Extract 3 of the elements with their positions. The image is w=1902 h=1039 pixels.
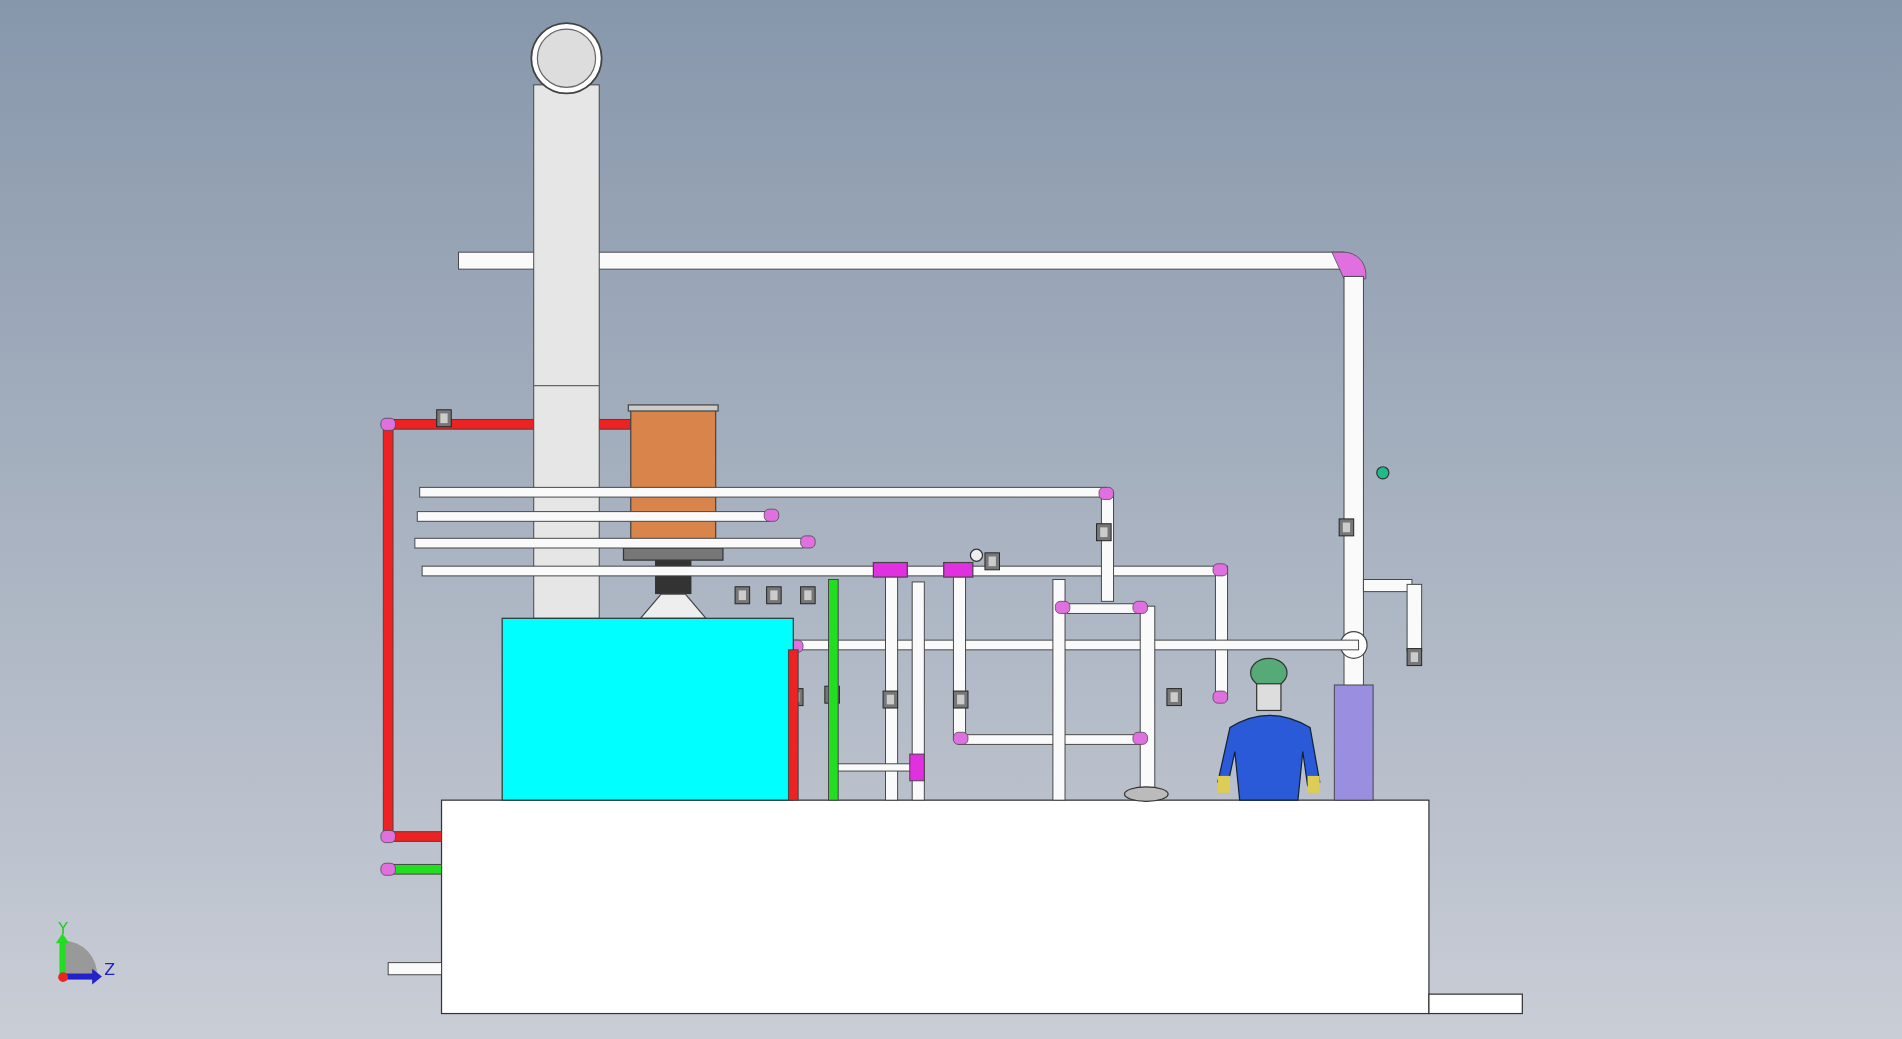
z-axis-label: Z [104,959,116,979]
axis-triad-drawing [55,933,102,985]
y-axis-label: Y [58,918,68,938]
